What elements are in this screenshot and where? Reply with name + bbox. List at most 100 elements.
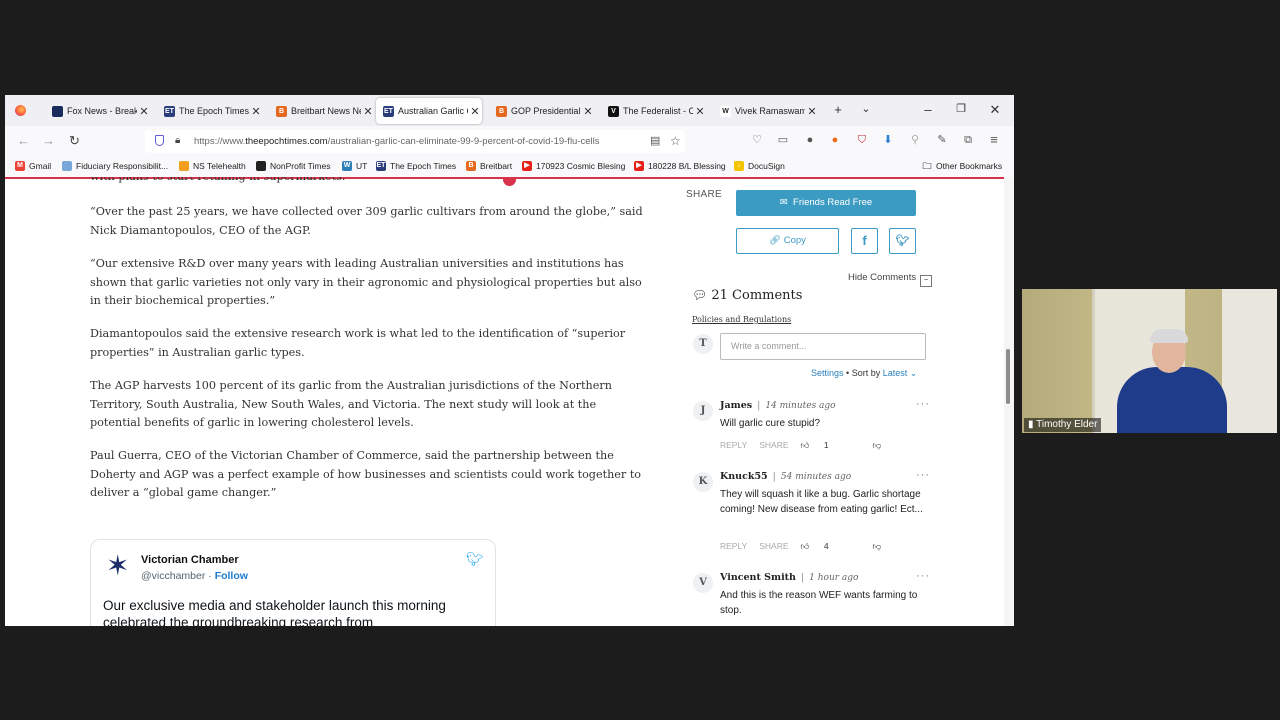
facebook-share-icon[interactable]: f <box>851 228 878 254</box>
close-tab-icon[interactable]: ✕ <box>361 105 375 118</box>
twitter-bird-icon[interactable]: 🐦︎ <box>466 551 484 568</box>
extensions-icon[interactable]: ⧉ <box>961 133 975 147</box>
dislike-button[interactable]: 👎︎ <box>873 541 894 551</box>
like-button[interactable]: 👍︎ 1 <box>801 440 841 450</box>
address-bar[interactable]: 🔒︎ https://www.theepochtimes.com/austral… <box>145 130 685 153</box>
comment-author[interactable]: James <box>720 400 752 411</box>
minimize-button[interactable]: – <box>919 102 937 117</box>
reload-icon[interactable]: ↻ <box>69 133 80 149</box>
extension-puzzle-left-icon[interactable]: ✎ <box>935 133 949 147</box>
menu-icon[interactable]: ≡ <box>987 133 1001 147</box>
tab-4[interactable]: B GOP Presidential C✕ <box>489 98 595 124</box>
reader-view-icon[interactable]: ▤ <box>650 130 660 153</box>
sidebar-icon[interactable]: ▭ <box>776 133 790 147</box>
ublock-icon[interactable]: ⛉ <box>855 133 869 147</box>
other-bookmarks[interactable]: 🗀︎ Other Bookmarks <box>922 161 1002 171</box>
close-window-button[interactable]: ✕ <box>986 102 1004 118</box>
folder-icon: 🗀︎ <box>922 161 932 171</box>
back-icon[interactable]: ← <box>17 133 30 148</box>
tab-3[interactable]: ET Australian Garlic C ✕ <box>376 98 482 124</box>
tracking-protection-icon[interactable] <box>155 135 164 146</box>
tweet-author-name[interactable]: Victorian Chamber <box>141 554 239 566</box>
tab-1[interactable]: ET The Epoch Times ✕ <box>157 98 263 124</box>
comment-input[interactable]: Write a comment... <box>720 333 926 360</box>
comment-author[interactable]: Vincent Smith <box>720 572 796 583</box>
tweet-handle[interactable]: @vicchamber <box>141 570 205 582</box>
webcam-video[interactable]: ▮ Timothy Elder <box>1022 289 1277 433</box>
participant-name-label: ▮ Timothy Elder <box>1024 418 1102 432</box>
scrollbar-thumb[interactable] <box>1006 349 1010 404</box>
bookmark-favicon-icon: W <box>342 161 352 171</box>
tab-0[interactable]: Fox News - Breaki ✕ <box>45 98 151 124</box>
sort-bar: Settings • Sort by Latest ⌄ <box>811 368 917 379</box>
bookmark-item[interactable]: ↓ DocuSign <box>734 161 785 171</box>
copy-link-button[interactable]: 🔗︎ Copy <box>736 228 839 254</box>
bookmark-item[interactable]: W UT <box>342 161 367 171</box>
comment-more-icon[interactable]: ··· <box>916 398 930 410</box>
bookmark-star-icon[interactable]: ☆ <box>670 130 681 153</box>
download-extension-icon[interactable]: ⬇ <box>881 133 895 147</box>
bookmark-item[interactable]: ET The Epoch Times <box>376 161 456 171</box>
bookmark-item[interactable]: Fiduciary Responsibilit... <box>62 161 168 171</box>
commenter-avatar: V <box>693 573 713 593</box>
dislike-button[interactable]: 👎︎ <box>873 440 894 450</box>
comment-author-line: Vincent Smith | 1 hour ago <box>720 572 858 583</box>
bookmark-label: UT <box>356 161 368 171</box>
comment-more-icon[interactable]: ··· <box>916 469 930 481</box>
bookmark-item[interactable]: NS Telehealth <box>179 161 246 171</box>
bookmark-favicon-icon: ▶ <box>634 161 644 171</box>
lock-icon[interactable]: 🔒︎ <box>175 135 184 146</box>
tab-5[interactable]: V The Federalist - C ✕ <box>601 98 707 124</box>
tab-6[interactable]: W Vivek Ramaswamy ✕ <box>713 98 819 124</box>
bookmark-item[interactable]: NonProfit Times <box>256 161 330 171</box>
list-tabs-icon[interactable]: ⌄ <box>857 102 875 115</box>
like-button[interactable]: 👍︎ 4 <box>801 541 841 551</box>
sort-latest-dropdown[interactable]: Latest ⌄ <box>883 368 918 378</box>
twitter-share-icon[interactable]: 🐦︎ <box>889 228 916 254</box>
bookmark-item[interactable]: M Gmail <box>15 161 51 171</box>
hide-comments-toggle[interactable]: Hide Comments − <box>848 272 933 287</box>
tab-2[interactable]: B Breitbart News Ne ✕ <box>269 98 375 124</box>
close-tab-icon[interactable]: ✕ <box>581 105 595 118</box>
embedded-tweet[interactable]: ✶ Victorian Chamber @vicchamber · Follow… <box>90 539 496 626</box>
tab-title: Vivek Ramaswamy <box>735 106 805 116</box>
reply-button[interactable]: REPLY <box>720 541 747 551</box>
close-tab-icon[interactable]: ✕ <box>693 105 707 118</box>
share-comment-button[interactable]: SHARE <box>759 440 788 450</box>
reply-button[interactable]: REPLY <box>720 440 747 450</box>
close-tab-icon[interactable]: ✕ <box>468 105 482 118</box>
thumbs-down-icon: 👎︎ <box>872 440 882 450</box>
extension-orange-icon[interactable]: ● <box>828 133 842 147</box>
other-bookmarks-label: Other Bookmarks <box>936 161 1003 171</box>
commenter-avatar: K <box>693 472 713 492</box>
share-comment-button[interactable]: SHARE <box>759 541 788 551</box>
settings-link[interactable]: Settings <box>811 368 844 378</box>
thumbs-down-icon: 👎︎ <box>872 541 882 551</box>
epoch-times-icon: ET <box>164 105 175 117</box>
comment-more-icon[interactable]: ··· <box>916 570 930 582</box>
forward-icon[interactable]: → <box>42 133 55 148</box>
firefox-icon[interactable] <box>15 105 26 116</box>
url-text[interactable]: https://www.theepochtimes.com/australian… <box>194 130 644 153</box>
close-tab-icon[interactable]: ✕ <box>137 105 151 118</box>
bookmark-favicon-icon <box>62 161 72 171</box>
hide-comments-label: Hide Comments <box>848 272 917 283</box>
restore-button[interactable]: ❐ <box>952 102 970 115</box>
page-scrollbar[interactable] <box>1004 177 1014 626</box>
close-tab-icon[interactable]: ✕ <box>805 105 819 118</box>
comment-author[interactable]: Knuck55 <box>720 471 768 482</box>
account-icon[interactable]: ● <box>803 133 817 147</box>
tweet-follow-link[interactable]: Follow <box>215 570 248 582</box>
friends-read-free-button[interactable]: ✉ Friends Read Free <box>736 190 916 216</box>
thumbs-up-icon: 👍︎ <box>800 541 810 551</box>
bookmark-item[interactable]: ▶ 180228 B/L Blessing <box>634 161 726 171</box>
bookmark-item[interactable]: B Breitbart <box>466 161 512 171</box>
extension-grey-icon[interactable]: ⚲ <box>908 133 922 147</box>
pocket-icon[interactable]: ♡ <box>750 133 764 147</box>
new-tab-button[interactable]: + <box>829 102 847 117</box>
close-tab-icon[interactable]: ✕ <box>249 105 263 118</box>
tab-title: The Epoch Times <box>179 106 249 116</box>
policies-link[interactable]: Policies and Regulations <box>692 315 791 324</box>
bookmark-item[interactable]: ▶ 170923 Cosmic Blesing <box>522 161 625 171</box>
user-avatar: T <box>693 334 713 354</box>
